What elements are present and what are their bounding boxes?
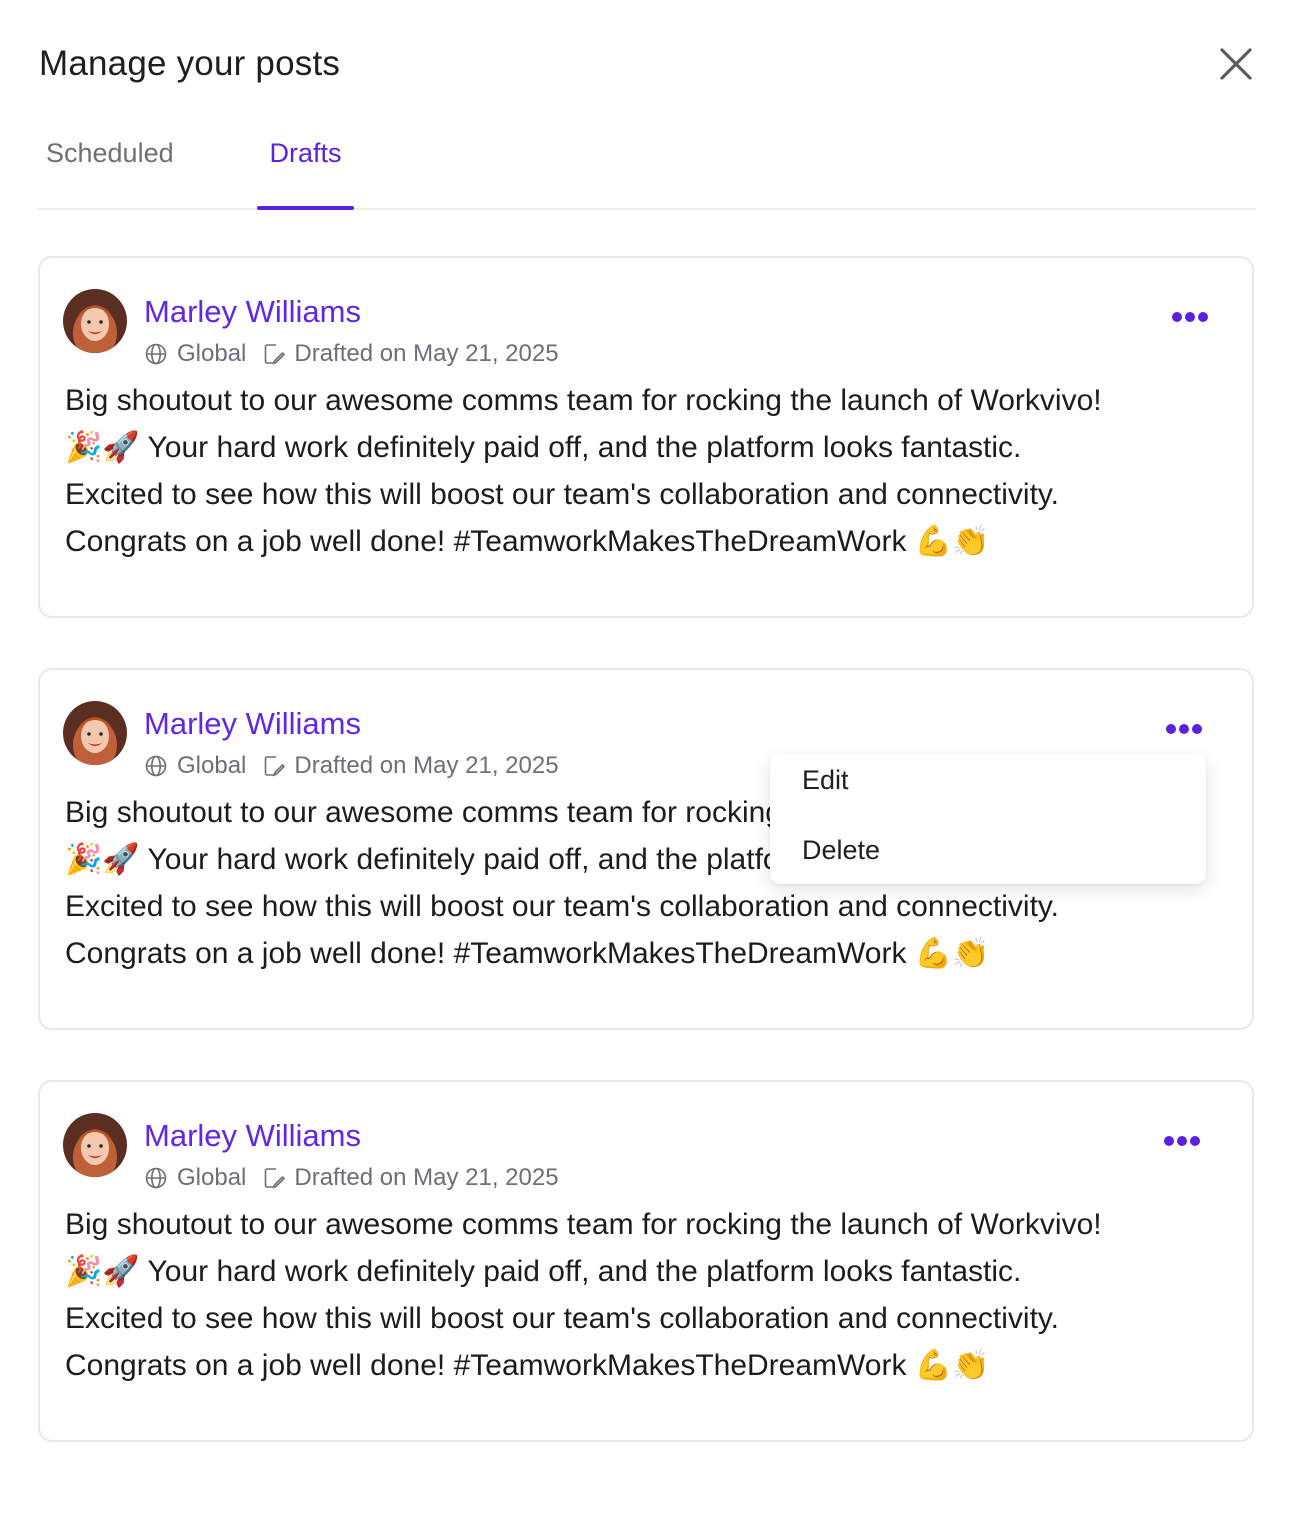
post-body: Big shoutout to our awesome comms team f… <box>65 377 1245 565</box>
tab-bar: Scheduled Drafts <box>38 120 1256 210</box>
modal-title: Manage your posts <box>39 44 341 83</box>
more-options-button[interactable] <box>1157 1126 1207 1156</box>
post-meta: Global Drafted on May 21, 2025 <box>144 338 559 370</box>
draft-post-card: Marley Williams Global Drafted on May 21… <box>38 1080 1254 1442</box>
post-body-line: Excited to see how this will boost our t… <box>65 890 1060 923</box>
avatar[interactable] <box>63 701 127 765</box>
close-button[interactable] <box>1212 40 1260 88</box>
tab-drafts[interactable]: Drafts <box>257 120 354 210</box>
more-icon <box>1166 724 1176 734</box>
post-body-line: Congrats on a job well done! #TeamworkMa… <box>65 525 990 558</box>
more-options-button[interactable] <box>1159 714 1209 744</box>
post-body-line: Congrats on a job well done! #TeamworkMa… <box>65 1349 990 1382</box>
globe-icon <box>145 343 167 365</box>
post-body-line: 🎉🚀 Your hard work definitely paid off, a… <box>65 431 1022 464</box>
post-body-line: Excited to see how this will boost our t… <box>65 478 1060 511</box>
tab-scheduled[interactable]: Scheduled <box>46 120 174 208</box>
avatar[interactable] <box>63 1113 127 1177</box>
post-author[interactable]: Marley Williams <box>144 1116 361 1156</box>
post-author[interactable]: Marley Williams <box>144 292 361 332</box>
post-body-line: 🎉🚀 Your hard work definitely paid off, a… <box>65 1255 1022 1288</box>
post-status: Drafted on May 21, 2025 <box>294 1164 559 1191</box>
avatar[interactable] <box>63 289 127 353</box>
post-body-line: Excited to see how this will boost our t… <box>65 1302 1060 1335</box>
post-meta: Global Drafted on May 21, 2025 <box>144 1162 559 1194</box>
post-status: Drafted on May 21, 2025 <box>294 752 559 779</box>
draft-icon <box>265 344 286 365</box>
draft-icon <box>265 756 286 777</box>
post-status: Drafted on May 21, 2025 <box>294 340 559 367</box>
post-meta: Global Drafted on May 21, 2025 <box>144 750 559 782</box>
post-body-line: Congrats on a job well done! #TeamworkMa… <box>65 937 990 970</box>
more-icon <box>1172 312 1182 322</box>
post-audience: Global <box>177 752 247 779</box>
post-audience: Global <box>177 340 247 367</box>
globe-icon <box>145 1167 167 1189</box>
menu-item-delete[interactable]: Delete <box>802 832 880 868</box>
globe-icon <box>145 755 167 777</box>
post-body: Big shoutout to our awesome comms team f… <box>65 1201 1245 1389</box>
menu-item-edit[interactable]: Edit <box>802 762 849 798</box>
draft-post-card: Marley Williams Global Drafted on May 21… <box>38 256 1254 618</box>
draft-icon <box>265 1168 286 1189</box>
post-body-line: Big shoutout to our awesome comms team f… <box>65 1208 1102 1241</box>
more-icon <box>1164 1136 1174 1146</box>
post-author[interactable]: Marley Williams <box>144 704 361 744</box>
more-options-button[interactable] <box>1165 302 1215 332</box>
post-body-line: Big shoutout to our awesome comms team f… <box>65 384 1102 417</box>
post-audience: Global <box>177 1164 247 1191</box>
close-icon[interactable] <box>1219 47 1253 81</box>
post-options-menu: Edit Delete <box>770 754 1206 884</box>
